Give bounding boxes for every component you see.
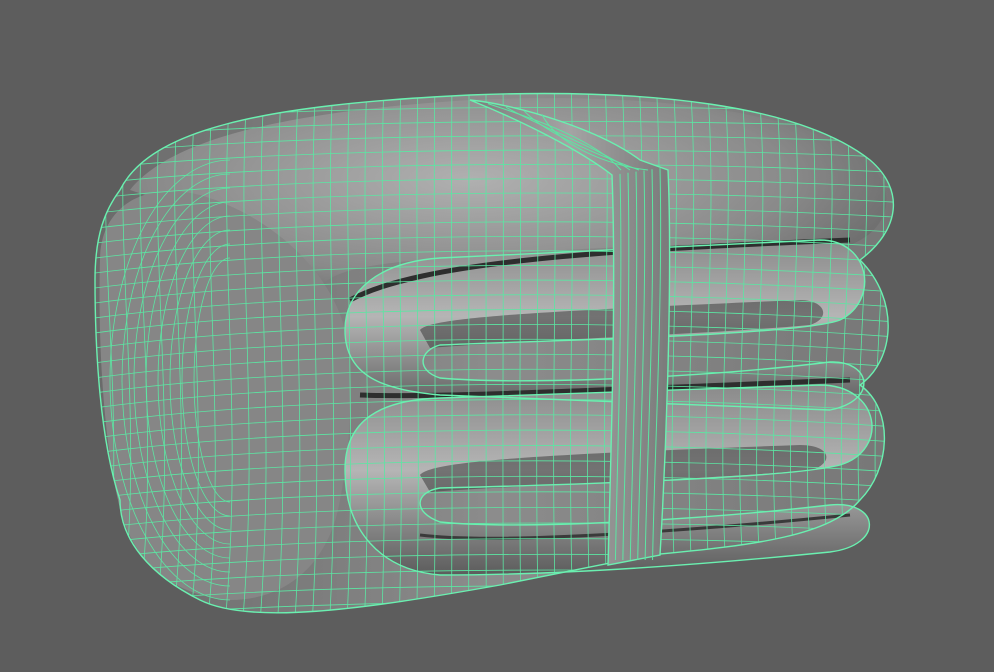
blanket-mesh-render[interactable] <box>0 0 994 672</box>
wireframe-edge <box>95 93 98 613</box>
wireframe-edge <box>80 617 910 635</box>
3d-viewport[interactable] <box>0 0 994 672</box>
wireframe-edge <box>80 633 910 650</box>
wireframe-edge <box>95 601 894 613</box>
